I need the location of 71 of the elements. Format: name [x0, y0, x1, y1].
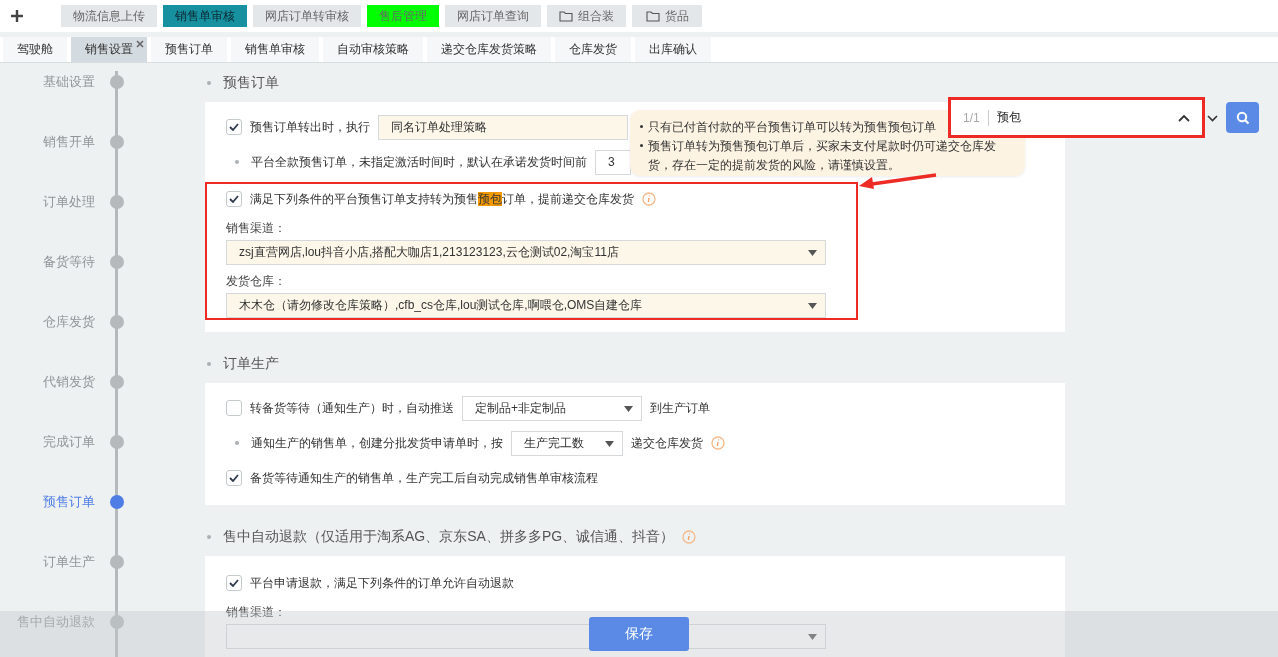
section-heading: 预售订单 — [223, 74, 279, 92]
search-query: 预包 — [996, 109, 1022, 126]
module-tab[interactable]: 物流信息上传 — [61, 5, 157, 27]
timeline-label[interactable]: 基础设置 — [0, 71, 95, 93]
caret-icon — [808, 303, 817, 309]
save-button[interactable]: 保存 — [588, 617, 689, 651]
page-tab[interactable]: 驾驶舱 — [3, 37, 67, 62]
check-icon — [229, 474, 239, 482]
option-label: 转备货等待（通知生产）时，自动推送 — [250, 399, 454, 417]
strategy-select[interactable]: 同名订单处理策略 — [378, 114, 628, 140]
search-icon — [1235, 110, 1250, 125]
page-tab[interactable]: 仓库发货 — [555, 37, 631, 62]
strategy-select[interactable]: 定制品+非定制品 — [462, 395, 642, 421]
page-tab[interactable]: 销售单审核 — [231, 37, 319, 62]
module-tab[interactable]: 货品 — [632, 5, 702, 27]
timeline-label[interactable]: 订单生产 — [0, 551, 95, 573]
timeline-label[interactable]: 备货等待 — [0, 251, 95, 273]
chevron-down-icon[interactable] — [1207, 115, 1218, 122]
page-tab[interactable]: 递交仓库发货策略 — [427, 37, 551, 62]
section-heading: 售中自动退款（仅适用于淘系AG、京东SA、拼多多PG、诚信通、抖音） — [223, 528, 675, 546]
check-icon — [229, 195, 239, 203]
section-heading: 订单生产 — [223, 355, 279, 373]
checkbox[interactable] — [226, 470, 242, 486]
caret-icon — [808, 634, 817, 640]
page-tab[interactable]: 预售订单 — [151, 37, 227, 62]
tooltip-text: 预售订单转为预售预包订单后，买家未支付尾款时仍可递交仓库发货，存在一定的提前发货的风险，请谨慎设置。 — [648, 139, 996, 172]
multi-select[interactable]: 木木仓（请勿修改仓库策略）,cfb_cs仓库,lou测试仓库,啊喂仓,OMS自建仓库 — [226, 293, 826, 318]
module-tab[interactable]: 销售单审核 — [163, 5, 247, 27]
timeline-label[interactable]: 订单处理 — [0, 191, 95, 213]
search-field[interactable]: 1/1 预包 — [948, 97, 1205, 138]
checkbox[interactable] — [226, 400, 242, 416]
timeline-label[interactable]: 完成订单 — [0, 431, 95, 453]
add-icon[interactable] — [10, 9, 24, 23]
timeline-label[interactable]: 代销发货 — [0, 371, 95, 393]
search-button[interactable] — [1226, 102, 1259, 133]
field-label: 发货仓库： — [226, 273, 287, 290]
check-icon — [229, 579, 239, 587]
option-label: 到生产订单 — [650, 399, 710, 417]
caret-icon — [808, 250, 817, 256]
match-counter: 1/1 — [963, 109, 989, 126]
timeline-label[interactable]: 预售订单 — [0, 491, 95, 513]
page-tab[interactable]: 出库确认 — [635, 37, 711, 62]
multi-select[interactable]: zsj直营网店,lou抖音小店,搭配大咖店1,213123123,云仓测试02,淘宝11店 — [226, 240, 826, 265]
field-label: 销售渠道： — [226, 604, 287, 621]
field-label: 销售渠道： — [226, 220, 287, 237]
option-label: 预售订单转出时，执行 — [250, 118, 370, 136]
checkbox[interactable] — [226, 575, 242, 591]
option-label: 满足下列条件的平台预售订单支持转为预售预包订单，提前递交仓库发货 — [250, 190, 634, 208]
tooltip-text: 只有已付首付款的平台预售订单可以转为预售预包订单 — [648, 120, 936, 134]
module-tab[interactable]: 组合装 — [547, 5, 626, 27]
page-tab[interactable]: 销售设置 — [71, 37, 147, 62]
option-label: 递交仓库发货 — [631, 434, 703, 452]
arrow-icon — [858, 173, 938, 189]
module-tab[interactable]: 网店订单转审核 — [253, 5, 361, 27]
module-tab[interactable]: 网店订单查询 — [445, 5, 541, 27]
module-tab[interactable]: 售后管理 — [367, 5, 439, 27]
chevron-up-icon[interactable] — [1178, 113, 1190, 122]
page-tab[interactable]: 自动审核策略 — [323, 37, 423, 62]
option-label: 通知生产的销售单，创建分批发货申请单时，按 — [251, 434, 503, 452]
option-label: 平台全款预售订单，未指定激活时间时，默认在承诺发货时间前 — [251, 153, 587, 171]
option-label: 平台申请退款，满足下列条件的订单允许自动退款 — [250, 574, 514, 592]
check-icon — [229, 123, 239, 131]
basis-select[interactable]: 生产完工数 — [511, 430, 623, 456]
checkbox[interactable] — [226, 119, 242, 135]
days-input[interactable]: 3 — [595, 149, 631, 175]
caret-icon — [605, 440, 614, 447]
timeline-label[interactable]: 销售开单 — [0, 131, 95, 153]
timeline-label[interactable]: 仓库发货 — [0, 311, 95, 333]
option-label: 备货等待通知生产的销售单，生产完工后自动完成销售单审核流程 — [250, 469, 598, 487]
close-icon[interactable] — [136, 40, 144, 48]
checkbox[interactable] — [226, 191, 242, 207]
